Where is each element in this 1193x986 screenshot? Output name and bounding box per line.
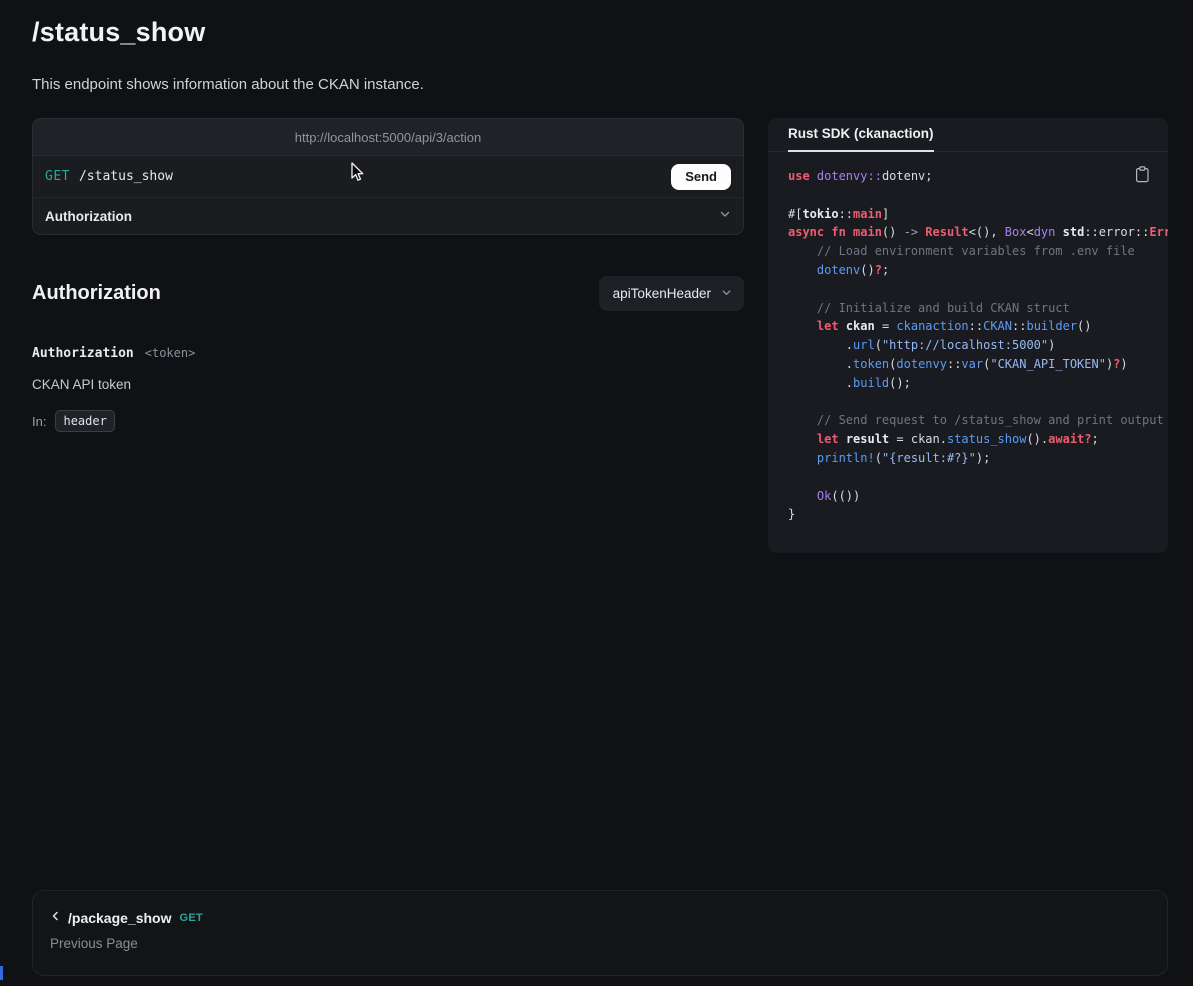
page-title: /status_show (32, 17, 205, 48)
code-line: // Load environment variables from .env … (788, 242, 1168, 261)
previous-page-row: /package_show GET (33, 891, 1167, 927)
param-token-placeholder: <token> (145, 346, 196, 360)
prev-page-label: Previous Page (33, 927, 1167, 951)
chevron-down-icon (721, 286, 732, 301)
code-line: Ok(()) (788, 487, 1168, 506)
code-line: // Initialize and build CKAN struct (788, 299, 1168, 318)
auth-collapsible-row[interactable]: Authorization (33, 198, 743, 234)
page-description: This endpoint shows information about th… (32, 76, 424, 93)
chevron-down-icon (719, 207, 731, 225)
auth-param-row: Authorization <token> (32, 346, 195, 361)
code-line: // Send request to /status_show and prin… (788, 411, 1168, 430)
code-line (788, 468, 1168, 487)
http-method-badge: GET (45, 169, 70, 184)
code-line: .url("http://localhost:5000") (788, 336, 1168, 355)
code-line: dotenv()?; (788, 261, 1168, 280)
code-line: let ckan = ckanaction::CKAN::builder() (788, 317, 1168, 336)
previous-page-card[interactable]: /package_show GET Previous Page (32, 890, 1168, 976)
auth-scheme-value: apiTokenHeader (613, 286, 711, 301)
server-url: http://localhost:5000/api/3/action (295, 130, 481, 145)
code-line: #[tokio::main] (788, 205, 1168, 224)
prev-page-method: GET (180, 912, 204, 924)
send-button[interactable]: Send (671, 164, 731, 190)
code-tabbar: Rust SDK (ckanaction) (768, 118, 1168, 152)
chevron-left-icon (49, 909, 61, 927)
code-line (788, 280, 1168, 299)
code-line (788, 393, 1168, 412)
page: { "page": { "title": "/status_show", "de… (0, 0, 1193, 986)
auth-row-label: Authorization (45, 209, 132, 224)
server-url-bar[interactable]: http://localhost:5000/api/3/action (33, 119, 743, 156)
param-in-row: In: header (32, 410, 115, 432)
code-line: .token(dotenvy::var("CKAN_API_TOKEN")?) (788, 355, 1168, 374)
prev-page-title: /package_show (68, 910, 172, 926)
param-description: CKAN API token (32, 377, 131, 392)
code-block: use dotenvy::dotenv; #[tokio::main]async… (788, 167, 1168, 553)
scrollbar-fragment[interactable] (0, 966, 3, 980)
request-path: /status_show (79, 169, 173, 184)
param-name: Authorization (32, 346, 134, 361)
request-row: GET /status_show Send (33, 156, 743, 198)
tab-rust-sdk[interactable]: Rust SDK (ckanaction) (788, 118, 934, 152)
code-line: let result = ckan.status_show().await?; (788, 430, 1168, 449)
code-line: } (788, 505, 1168, 524)
code-line: .build(); (788, 374, 1168, 393)
param-in-badge: header (55, 410, 114, 432)
code-line: println!("{result:#?}"); (788, 449, 1168, 468)
request-card: http://localhost:5000/api/3/action GET /… (32, 118, 744, 235)
code-line: use dotenvy::dotenv; (788, 167, 1168, 186)
authorization-section-header: Authorization apiTokenHeader (32, 274, 744, 312)
authorization-heading: Authorization (32, 282, 161, 305)
param-in-label: In: (32, 414, 46, 429)
code-line (788, 186, 1168, 205)
code-line: async fn main() -> Result<(), Box<dyn st… (788, 223, 1168, 242)
auth-scheme-dropdown[interactable]: apiTokenHeader (599, 276, 744, 311)
code-example-panel: Rust SDK (ckanaction) use dotenvy::doten… (768, 118, 1168, 553)
